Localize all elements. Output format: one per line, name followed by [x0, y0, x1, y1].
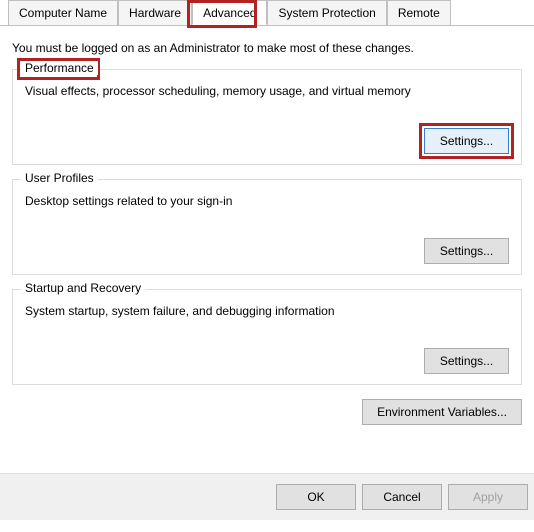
- startup-recovery-desc: System startup, system failure, and debu…: [25, 304, 509, 318]
- tab-system-protection[interactable]: System Protection: [267, 0, 386, 25]
- env-variables-row: Environment Variables...: [12, 399, 522, 425]
- performance-label: Performance: [21, 61, 98, 75]
- tab-computer-name[interactable]: Computer Name: [8, 0, 118, 25]
- user-profiles-settings-button[interactable]: Settings...: [424, 238, 509, 264]
- startup-recovery-settings-button[interactable]: Settings...: [424, 348, 509, 374]
- group-user-profiles: User Profiles Desktop settings related t…: [12, 179, 522, 275]
- user-profiles-desc: Desktop settings related to your sign-in: [25, 194, 509, 208]
- cancel-button[interactable]: Cancel: [362, 484, 442, 510]
- dialog-buttons: OK Cancel Apply: [0, 473, 534, 520]
- tab-hardware[interactable]: Hardware: [118, 0, 192, 25]
- startup-recovery-label: Startup and Recovery: [21, 281, 145, 295]
- group-startup-recovery: Startup and Recovery System startup, sys…: [12, 289, 522, 385]
- admin-note: You must be logged on as an Administrato…: [12, 41, 522, 55]
- tab-remote[interactable]: Remote: [387, 0, 451, 25]
- environment-variables-button[interactable]: Environment Variables...: [362, 399, 522, 425]
- apply-button[interactable]: Apply: [448, 484, 528, 510]
- performance-desc: Visual effects, processor scheduling, me…: [25, 84, 509, 98]
- ok-button[interactable]: OK: [276, 484, 356, 510]
- user-profiles-label: User Profiles: [21, 171, 98, 185]
- tab-bar: Computer Name Hardware Advanced System P…: [0, 0, 534, 26]
- advanced-tab-content: You must be logged on as an Administrato…: [0, 26, 534, 443]
- group-performance: Performance Performance Visual effects, …: [12, 69, 522, 165]
- performance-settings-button[interactable]: Settings...: [424, 128, 509, 154]
- tab-advanced[interactable]: Advanced: [192, 0, 267, 25]
